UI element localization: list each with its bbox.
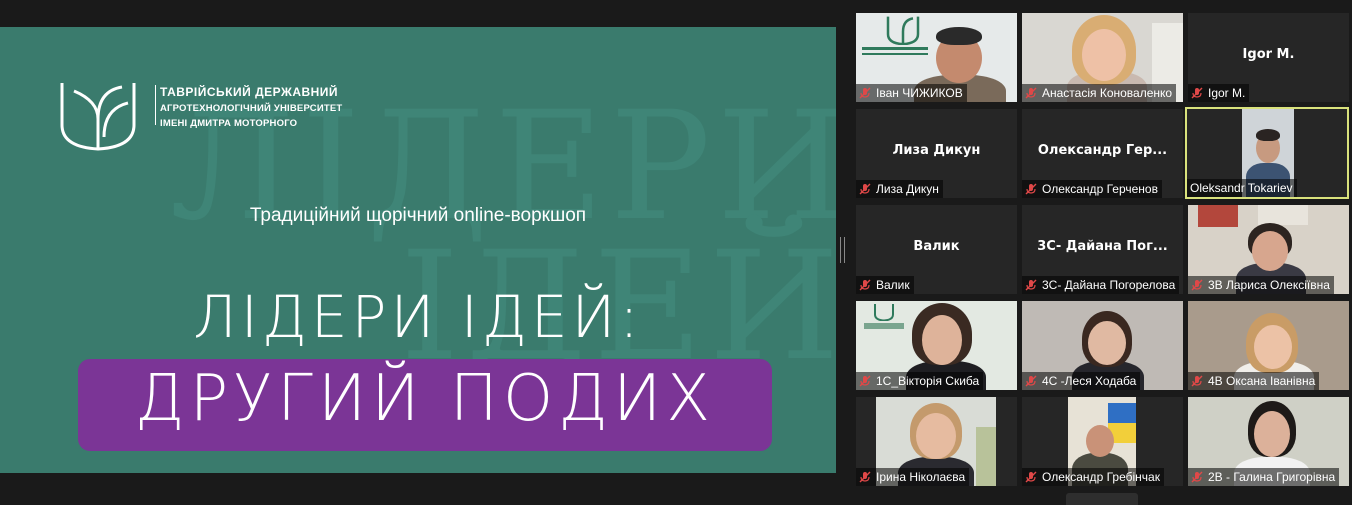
participant-name-center: Igor M. bbox=[1242, 47, 1295, 62]
mic-muted-icon bbox=[1025, 87, 1037, 99]
participant-name-label: 3С- Дайана Погорелова bbox=[1022, 276, 1180, 294]
mic-muted-icon bbox=[1025, 375, 1037, 387]
participant-tile[interactable]: 3С- Дайана Пог... 3С- Дайана Погорелова bbox=[1022, 205, 1183, 294]
mic-muted-icon bbox=[1025, 183, 1037, 195]
participant-name-center: Валик bbox=[913, 239, 960, 254]
banner-logo bbox=[860, 15, 930, 65]
slide-headline-1: ЛІДЕРИ ІДЕЙ: bbox=[193, 283, 643, 351]
slide-headline-2: ДРУГИЙ ПОДИХ bbox=[134, 362, 716, 436]
shared-screen: ЛІДЕРИ ІДЕЙ ТАВРІЙСЬКИЙ ДЕРЖАВНИЙ АГРОТЕ… bbox=[0, 27, 836, 473]
participant-name-label: Валик bbox=[856, 276, 914, 294]
mic-muted-icon bbox=[1191, 87, 1203, 99]
participant-tile[interactable]: Анастасія Коноваленко bbox=[1022, 13, 1183, 102]
participant-tile[interactable]: Валик Валик bbox=[856, 205, 1017, 294]
mic-muted-icon bbox=[1191, 471, 1203, 483]
university-logo-icon bbox=[60, 83, 136, 151]
participant-name-label: Іван ЧИЖИКОВ bbox=[856, 84, 967, 102]
participant-tile[interactable]: 3В Лариса Олексіївна bbox=[1188, 205, 1349, 294]
participant-tile[interactable]: 2В - Галина Григорівна bbox=[1188, 397, 1349, 486]
participant-tile[interactable]: Іван ЧИЖИКОВ bbox=[856, 13, 1017, 102]
slide-subtitle: Традиційний щорічний online-воркшоп bbox=[249, 205, 587, 226]
participant-name-label: Ірина Ніколаєва bbox=[856, 468, 970, 486]
mic-muted-icon bbox=[859, 87, 871, 99]
participant-name-label: Олександр Герченов bbox=[1022, 180, 1162, 198]
participant-tile[interactable]: 4С -Леся Ходаба bbox=[1022, 301, 1183, 390]
participant-name-label: Oleksandr Tokariev bbox=[1187, 179, 1297, 197]
university-line-2: АГРОТЕХНОЛОГІЧНИЙ УНІВЕРСИТЕТ bbox=[160, 103, 343, 114]
participant-name-label: 4В Оксана Іванівна bbox=[1188, 372, 1320, 390]
participant-tile[interactable]: 4В Оксана Іванівна bbox=[1188, 301, 1349, 390]
mic-muted-icon bbox=[859, 471, 871, 483]
participant-tile-active-speaker[interactable]: Oleksandr Tokariev bbox=[1185, 107, 1349, 199]
participant-name-label: 4С -Леся Ходаба bbox=[1022, 372, 1141, 390]
participant-tile[interactable]: Олександр Гребінчак bbox=[1022, 397, 1183, 486]
university-name: ТАВРІЙСЬКИЙ ДЕРЖАВНИЙ АГРОТЕХНОЛОГІЧНИЙ … bbox=[155, 85, 343, 129]
participant-name-center: Олександр Гер... bbox=[1037, 143, 1168, 158]
mic-muted-icon bbox=[1025, 471, 1037, 483]
panel-splitter-handle[interactable] bbox=[840, 237, 845, 263]
university-line-3: ІМЕНІ ДМИТРА МОТОРНОГО bbox=[160, 118, 298, 129]
participant-name-center: Лиза Дикун bbox=[892, 143, 981, 158]
mic-muted-icon bbox=[859, 183, 871, 195]
mic-muted-icon bbox=[859, 375, 871, 387]
participant-tile[interactable]: 1С_Вікторія Скиба bbox=[856, 301, 1017, 390]
participant-name-label: Олександр Гребінчак bbox=[1022, 468, 1164, 486]
mic-muted-icon bbox=[1191, 375, 1203, 387]
university-line-1: ТАВРІЙСЬКИЙ ДЕРЖАВНИЙ bbox=[160, 85, 339, 99]
mic-muted-icon bbox=[1191, 279, 1203, 291]
participant-name-label: Igor M. bbox=[1188, 84, 1250, 102]
participant-tile[interactable]: Igor M. Igor M. bbox=[1188, 13, 1349, 102]
participant-name-label: Лиза Дикун bbox=[856, 180, 943, 198]
participant-tile[interactable]: Ірина Ніколаєва bbox=[856, 397, 1017, 486]
gallery-page-tab[interactable] bbox=[1066, 493, 1138, 505]
participant-name-label: 2В - Галина Григорівна bbox=[1188, 468, 1340, 486]
participant-name-label: 3В Лариса Олексіївна bbox=[1188, 276, 1334, 294]
participant-name-label: Анастасія Коноваленко bbox=[1022, 84, 1177, 102]
participant-tile[interactable]: Олександр Гер... Олександр Герченов bbox=[1022, 109, 1183, 198]
participant-name-label: 1С_Вікторія Скиба bbox=[856, 372, 984, 390]
mic-muted-icon bbox=[859, 279, 871, 291]
participant-tile[interactable]: Лиза Дикун Лиза Дикун bbox=[856, 109, 1017, 198]
participant-name-center: 3С- Дайана Пог... bbox=[1037, 239, 1168, 254]
mic-muted-icon bbox=[1025, 279, 1037, 291]
